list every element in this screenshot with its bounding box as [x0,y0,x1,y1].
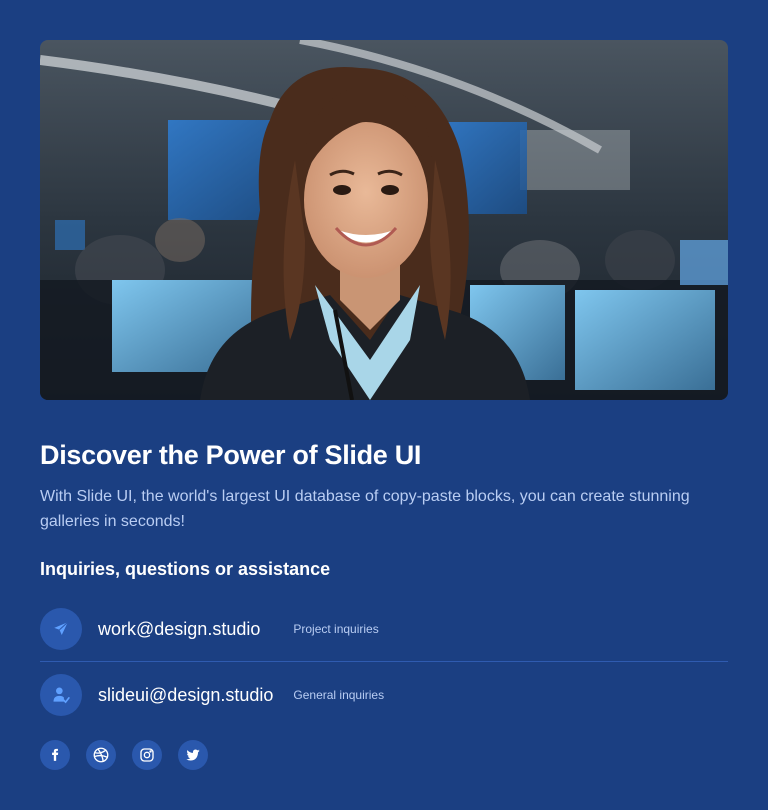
contact-row-work: work@design.studio Project inquiries [40,607,728,651]
user-check-icon [40,674,82,716]
page-title: Discover the Power of Slide UI [40,440,422,470]
hero-photo [40,40,728,400]
social-links [40,740,208,770]
instagram-icon[interactable] [132,740,162,770]
contact-divider [40,661,728,662]
inquiries-heading: Inquiries, questions or assistance [40,559,331,579]
contact-row-general: slideui@design.studio General inquiries [40,673,728,717]
page-description: With Slide UI, the world's largest UI da… [40,488,690,530]
dribbble-icon[interactable] [86,740,116,770]
twitter-icon[interactable] [178,740,208,770]
work-email-label: Project inquiries [293,622,379,636]
general-email-link[interactable]: slideui@design.studio [98,685,273,706]
hero-image [40,40,728,400]
send-icon [40,608,82,650]
general-email-label: General inquiries [293,688,385,702]
facebook-icon[interactable] [40,740,70,770]
work-email-link[interactable]: work@design.studio [98,619,260,640]
